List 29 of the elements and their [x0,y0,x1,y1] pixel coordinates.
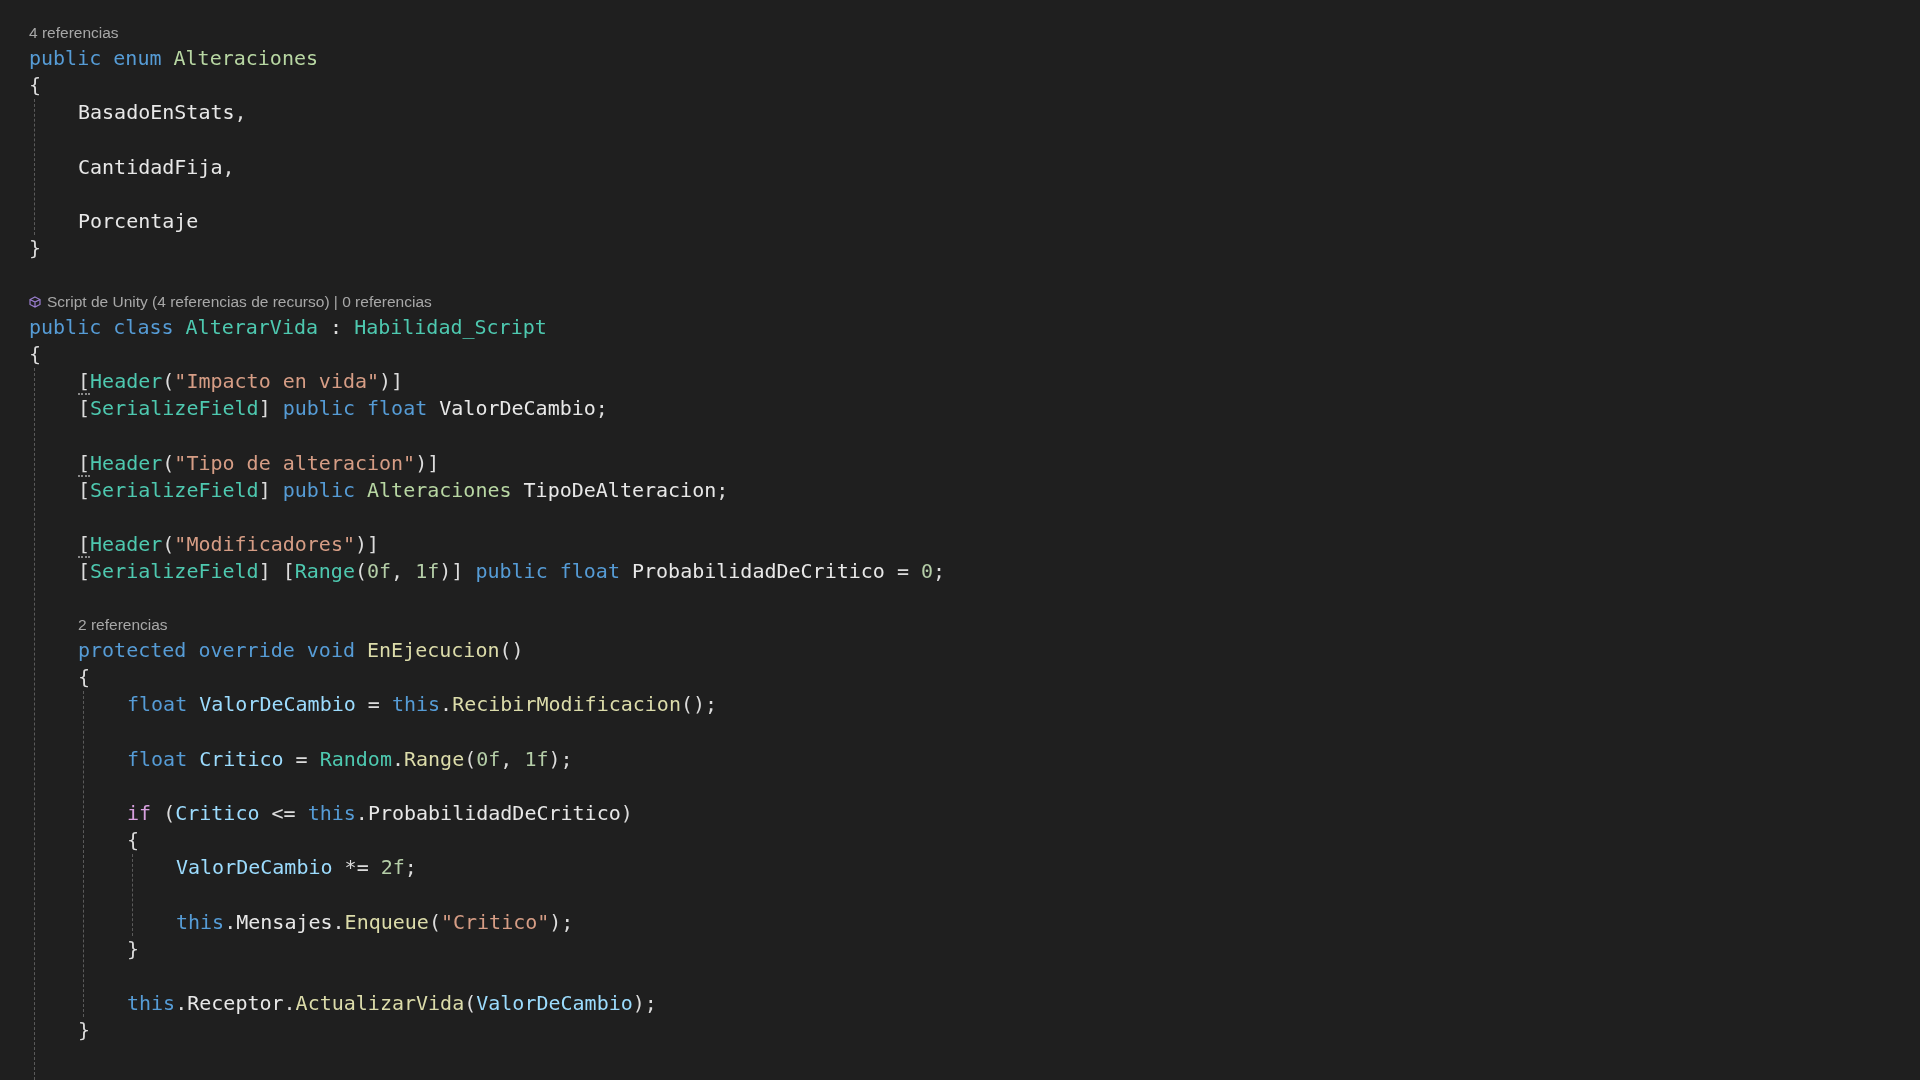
code-line: [SerializeField] public float ValorDeCambio; [78,395,608,423]
code-line: Porcentaje [78,208,199,236]
code-line: } [29,235,42,263]
code-line: if (Critico <= this.ProbabilidadDeCritico) [127,799,633,827]
code-line: CantidadFija, [78,153,235,181]
code-line: this.Mensajes.Enqueue("Critico"); [176,908,574,936]
code-line: { [127,827,140,855]
code-line: [SerializeField] [Range(0f, 1f)] public float ProbabilidadDeCritico = 0; [78,558,946,586]
code-line: { [78,663,91,691]
code-line: { [29,72,42,100]
code-line: [Header("Impacto en vida")] [78,368,404,396]
code-line: [Header("Tipo de alteracion")] [78,449,440,477]
code-line: [Header("Modificadores")] [78,531,380,559]
code-line: ValorDeCambio *= 2f; [176,854,417,882]
cube-icon [29,295,41,308]
code-line: } [127,935,140,963]
code-line: { [29,340,42,368]
codelens-text[interactable]: 4 referencias [29,21,119,45]
code-line: BasadoEnStats, [78,99,247,127]
code-line: float ValorDeCambio = this.RecibirModificacion(); [127,691,718,719]
code-line: public enum Alteraciones [29,45,318,72]
code-line: this.Receptor.ActualizarVida(ValorDeCambio); [127,990,657,1018]
code-line: protected override void EnEjecucion() [78,636,524,664]
code-line: float Critico = Random.Range(0f, 1f); [127,745,573,773]
codelens-text[interactable]: 2 referencias [78,612,168,637]
code-line: public class AlterarVida : Habilidad_Script [29,313,547,341]
code-line: } [78,1017,91,1045]
code-line: [SerializeField] public Alteraciones TipoDeAlteracion; [78,476,729,504]
codelens-text[interactable]: Script de Unity (4 referencias de recurso) | 0 referencias [47,289,432,314]
